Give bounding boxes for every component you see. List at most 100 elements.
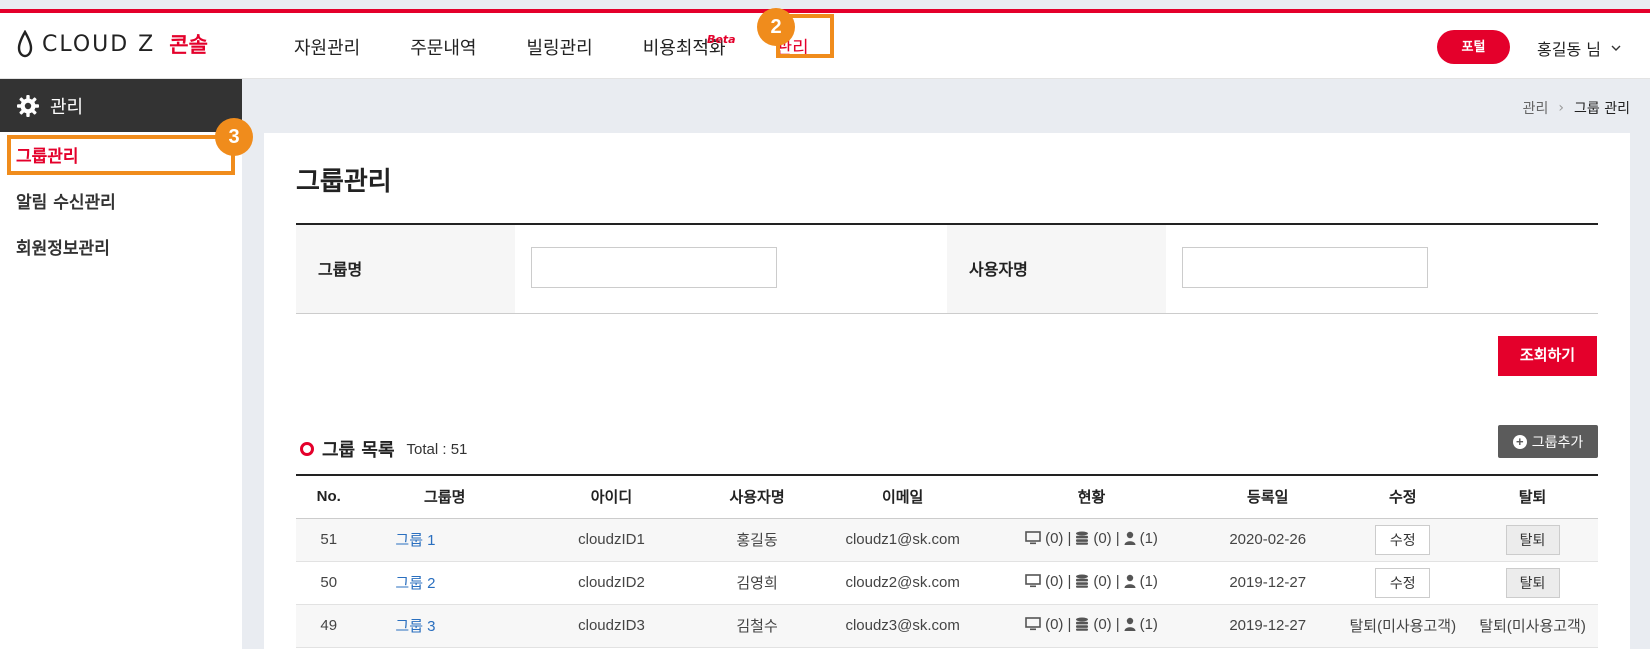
ring-bullet-icon xyxy=(300,442,314,456)
server-count: (0) xyxy=(1045,529,1064,547)
row-email: cloudz1@sk.com xyxy=(819,518,987,562)
group-name-field-cell xyxy=(515,225,947,313)
logo-console-label: 콘솔 xyxy=(169,33,208,57)
server-count: (0) xyxy=(1045,572,1064,590)
row-edit-cell: 수정 xyxy=(1338,561,1468,605)
col-date: 등록일 xyxy=(1197,474,1339,519)
col-quit: 탈퇴 xyxy=(1467,474,1598,519)
row-status: (0) | (0) | (1) xyxy=(986,604,1198,648)
row-user: 김철수 xyxy=(694,604,820,648)
group-name-input[interactable] xyxy=(531,247,777,288)
row-user: 김영희 xyxy=(694,561,820,605)
beta-tag: Beta xyxy=(707,33,736,46)
col-user: 사용자명 xyxy=(694,474,820,519)
user-name-field-cell xyxy=(1166,225,1598,313)
withdraw-button[interactable]: 탈퇴 xyxy=(1505,524,1560,555)
user-icon xyxy=(1124,575,1136,589)
row-quit-cell: 탈퇴 xyxy=(1467,518,1598,562)
row-status: (0) | (0) | (1) xyxy=(986,561,1198,605)
withdraw-button[interactable]: 탈퇴 xyxy=(1505,567,1560,598)
logo-drop-icon xyxy=(17,30,33,58)
row-user: 홍길동 xyxy=(694,518,820,562)
logo-text: CLOUD Z xyxy=(42,31,156,57)
monitor-icon xyxy=(1025,617,1041,631)
user-name-input[interactable] xyxy=(1182,247,1428,288)
row-quit-status: 탈퇴(미사용고객) xyxy=(1467,604,1598,648)
edit-button[interactable]: 수정 xyxy=(1375,567,1431,598)
database-icon xyxy=(1076,574,1089,589)
monitor-icon xyxy=(1025,574,1041,588)
content-panel: 그룹관리 그룹명 사용자명 조회하기 그룹 목록 Total : 51 + 그룹… xyxy=(264,133,1630,649)
row-no: 50 xyxy=(296,561,362,605)
monitor-icon xyxy=(1025,531,1041,545)
user-count: (1) xyxy=(1139,615,1158,633)
user-count: (1) xyxy=(1139,572,1158,590)
row-no: 49 xyxy=(296,604,362,648)
sidebar-header: 관리 xyxy=(0,79,242,132)
breadcrumb: 관리 › 그룹 관리 xyxy=(1523,98,1630,118)
nav-item-resources[interactable]: 자원관리 xyxy=(294,35,360,63)
breadcrumb-current: 그룹 관리 xyxy=(1574,101,1630,117)
chevron-down-icon xyxy=(1611,45,1621,51)
gear-icon xyxy=(17,94,39,117)
group-link[interactable]: 그룹 3 xyxy=(395,618,435,635)
row-id: cloudzID2 xyxy=(528,561,695,605)
add-group-label: 그룹추가 xyxy=(1531,433,1584,450)
db-count: (0) xyxy=(1093,572,1112,590)
sidebar-item-member-info[interactable]: 회원정보관리 xyxy=(0,226,242,272)
group-link[interactable]: 그룹 2 xyxy=(395,575,435,592)
row-edit-cell: 수정 xyxy=(1338,518,1468,562)
list-header: 그룹 목록 Total : 51 xyxy=(300,436,467,462)
step-badge-3: 3 xyxy=(215,118,253,156)
row-id: cloudzID1 xyxy=(528,518,695,562)
sidebar-title: 관리 xyxy=(50,96,84,118)
portal-button[interactable]: 포털 xyxy=(1437,30,1510,64)
logo[interactable]: CLOUD Z 콘솔 xyxy=(16,29,208,59)
add-group-button[interactable]: + 그룹추가 xyxy=(1498,425,1598,458)
row-date: 2019-12-27 xyxy=(1197,561,1339,605)
col-id: 아이디 xyxy=(528,474,695,519)
group-link[interactable]: 그룹 1 xyxy=(395,532,435,549)
plus-circle-icon: + xyxy=(1512,434,1527,449)
user-count: (1) xyxy=(1139,529,1158,547)
col-no: No. xyxy=(296,474,362,519)
row-group-cell: 그룹 2 xyxy=(361,561,529,605)
sidebar-item-notification[interactable]: 알림 수신관리 xyxy=(0,180,242,226)
col-email: 이메일 xyxy=(819,474,987,519)
breadcrumb-parent[interactable]: 관리 xyxy=(1523,98,1549,118)
col-group: 그룹명 xyxy=(361,474,529,519)
row-no: 51 xyxy=(296,518,362,562)
edit-button[interactable]: 수정 xyxy=(1375,524,1431,555)
col-edit: 수정 xyxy=(1338,474,1468,519)
row-email: cloudz3@sk.com xyxy=(819,604,987,648)
search-button[interactable]: 조회하기 xyxy=(1498,336,1597,376)
user-menu[interactable]: 홍길동 님 xyxy=(1537,36,1621,60)
db-count: (0) xyxy=(1093,615,1112,633)
page-title: 그룹관리 xyxy=(296,167,392,197)
list-title: 그룹 목록 xyxy=(322,440,395,461)
table-header-row: No. 그룹명 아이디 사용자명 이메일 현황 등록일 수정 탈퇴 xyxy=(296,474,1598,519)
sidebar-highlight-box xyxy=(7,135,235,175)
user-name: 홍길동 님 xyxy=(1537,40,1601,59)
row-date: 2019-12-27 xyxy=(1197,604,1339,648)
group-table: No. 그룹명 아이디 사용자명 이메일 현황 등록일 수정 탈퇴 51 그룹 … xyxy=(296,474,1598,648)
row-date: 2020-02-26 xyxy=(1197,518,1339,562)
row-email: cloudz2@sk.com xyxy=(819,561,987,605)
row-edit-status: 탈퇴(미사용고객) xyxy=(1338,604,1468,648)
search-form: 그룹명 사용자명 xyxy=(296,223,1598,314)
nav-item-billing[interactable]: 빌링관리 xyxy=(527,35,593,63)
table-row: 51 그룹 1 cloudzID1 홍길동 cloudz1@sk.com (0)… xyxy=(296,518,1598,562)
user-name-label: 사용자명 xyxy=(947,225,1166,313)
user-icon xyxy=(1124,532,1136,546)
db-count: (0) xyxy=(1093,529,1112,547)
table-row: 50 그룹 2 cloudzID2 김영희 cloudz2@sk.com (0)… xyxy=(296,561,1598,605)
user-icon xyxy=(1124,618,1136,632)
group-name-label: 그룹명 xyxy=(296,225,515,313)
database-icon xyxy=(1076,617,1089,632)
list-total: Total : 51 xyxy=(406,440,468,458)
nav-item-orders[interactable]: 주문내역 xyxy=(410,35,476,63)
col-status: 현황 xyxy=(986,474,1198,519)
nav-item-cost-optimization[interactable]: 비용최적화 Beta xyxy=(643,33,736,63)
chevron-right-icon: › xyxy=(1558,100,1565,116)
step-badge-2: 2 xyxy=(757,8,795,46)
